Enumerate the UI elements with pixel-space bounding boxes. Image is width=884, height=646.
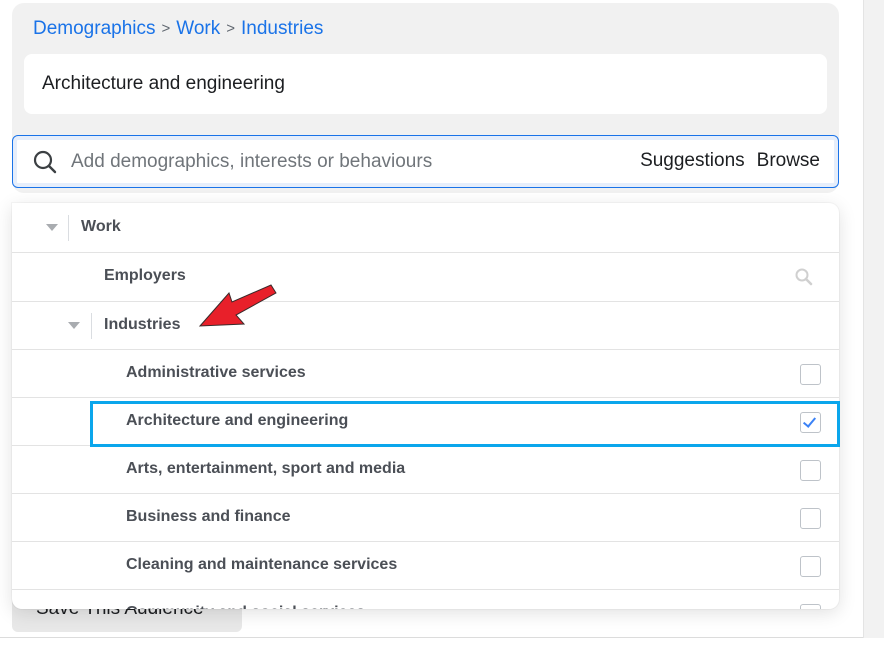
- checkbox[interactable]: [800, 460, 821, 481]
- checkbox[interactable]: [800, 604, 821, 609]
- tree-row-label: Cleaning and maintenance services: [126, 556, 398, 573]
- selected-targeting-item[interactable]: Architecture and engineering: [24, 54, 827, 114]
- checkbox[interactable]: [800, 364, 821, 385]
- breadcrumb-separator: >: [161, 20, 171, 37]
- tree-row-label: Employers: [104, 267, 186, 284]
- breadcrumb-separator: >: [226, 20, 236, 37]
- tree-row-arts-entertainment[interactable]: Arts, entertainment, sport and media: [12, 445, 839, 493]
- browse-dropdown: Work Employers Industries Administrative…: [12, 203, 839, 609]
- tree-row-label: Community and social services: [126, 604, 365, 609]
- checkbox-checked[interactable]: [800, 412, 821, 433]
- divider: [0, 637, 863, 638]
- targeting-search-bar: Suggestions Browse: [12, 135, 839, 188]
- tree-row-cleaning-and-maintenance[interactable]: Cleaning and maintenance services: [12, 541, 839, 589]
- targeting-search-input[interactable]: [71, 148, 571, 176]
- browse-link[interactable]: Browse: [757, 150, 820, 171]
- search-icon: [33, 150, 57, 174]
- page-scrollbar[interactable]: [863, 0, 884, 638]
- selected-item-label: Architecture and engineering: [42, 73, 285, 94]
- checkbox[interactable]: [800, 508, 821, 529]
- tree-row-label: Administrative services: [126, 364, 306, 381]
- tree-row-industries[interactable]: Industries: [12, 301, 839, 349]
- breadcrumb-industries[interactable]: Industries: [241, 18, 323, 39]
- breadcrumb: Demographics > Work > Industries: [33, 18, 323, 40]
- caret-down-icon[interactable]: [68, 322, 80, 329]
- divider: [91, 313, 92, 339]
- tree-row-label: Arts, entertainment, sport and media: [126, 460, 406, 477]
- tree-row-label: Architecture and engineering: [126, 412, 349, 429]
- tree-row-label: Industries: [104, 316, 181, 333]
- tree-row-administrative-services[interactable]: Administrative services: [12, 349, 839, 397]
- tree-row-employers[interactable]: Employers: [12, 252, 839, 300]
- tree-row-business-and-finance[interactable]: Business and finance: [12, 493, 839, 541]
- tree-row-label: Business and finance: [126, 508, 291, 525]
- breadcrumb-demographics[interactable]: Demographics: [33, 18, 156, 39]
- tree-row-architecture-and-engineering[interactable]: Architecture and engineering: [12, 397, 839, 445]
- tree-row-partial[interactable]: Community and social services: [12, 589, 839, 609]
- tree-row-label: Work: [81, 218, 121, 235]
- search-icon[interactable]: [794, 267, 814, 287]
- suggestions-link[interactable]: Suggestions: [640, 150, 745, 171]
- checkbox[interactable]: [800, 556, 821, 577]
- tree-row-work[interactable]: Work: [12, 204, 839, 252]
- breadcrumb-work[interactable]: Work: [176, 18, 220, 39]
- divider: [68, 215, 69, 241]
- caret-down-icon[interactable]: [46, 224, 58, 231]
- audience-editor: Demographics > Work > Industries Architectur…: [0, 0, 884, 646]
- red-arrow-icon: [198, 284, 277, 327]
- search-links: Suggestions Browse: [628, 150, 820, 172]
